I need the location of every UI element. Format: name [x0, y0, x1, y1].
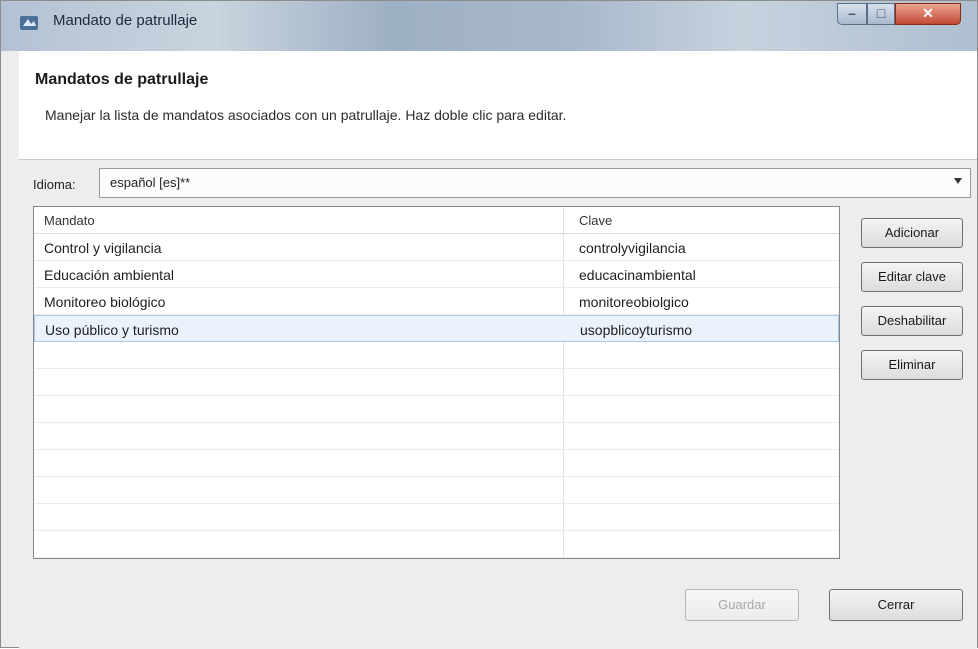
empty-row: [34, 342, 839, 369]
window-title: Mandato de patrullaje: [53, 12, 198, 29]
disable-button[interactable]: Deshabilitar: [861, 306, 963, 336]
cell-mandato: Monitoreo biológico: [44, 294, 166, 310]
close-window-button[interactable]: ✕: [895, 3, 961, 25]
empty-row: [34, 531, 839, 558]
empty-row: [34, 396, 839, 423]
close-icon: ✕: [922, 5, 934, 21]
cell-mandato: Uso público y turismo: [45, 322, 179, 338]
empty-row: [34, 423, 839, 450]
add-button[interactable]: Adicionar: [861, 218, 963, 248]
cell-clave: monitoreobiolgico: [579, 294, 689, 310]
language-dropdown[interactable]: español [es]**: [99, 168, 971, 198]
maximize-button[interactable]: □: [867, 3, 895, 25]
edit-key-button[interactable]: Editar clave: [861, 262, 963, 292]
language-label: Idioma:: [33, 177, 76, 192]
minimize-icon: –: [848, 5, 856, 21]
language-value: español [es]**: [110, 175, 191, 190]
table-row[interactable]: Educación ambiental educacinambiental: [34, 261, 839, 288]
empty-row: [34, 450, 839, 477]
cell-clave: usopblicoyturismo: [580, 322, 693, 338]
header-description: Manejar la lista de mandatos asociados c…: [45, 107, 567, 123]
close-button[interactable]: Cerrar: [829, 589, 963, 621]
cell-clave: controlyvigilancia: [579, 240, 686, 256]
empty-row: [34, 504, 839, 531]
column-header-mandato[interactable]: Mandato: [44, 213, 95, 228]
dialog-header: Mandatos de patrullaje Manejar la lista …: [19, 51, 977, 160]
dialog-content: Idioma: español [es]** Mandato Clave Con…: [19, 160, 977, 649]
empty-row: [34, 477, 839, 504]
mandates-table: Mandato Clave Control y vigilancia contr…: [33, 206, 840, 559]
empty-row: [34, 369, 839, 396]
table-row-selected[interactable]: Uso público y turismo usopblicoyturismo: [34, 315, 839, 342]
app-icon: [20, 16, 38, 30]
column-header-clave[interactable]: Clave: [579, 213, 612, 228]
table-row[interactable]: Monitoreo biológico monitoreobiolgico: [34, 288, 839, 315]
minimize-button[interactable]: –: [837, 3, 867, 25]
delete-button[interactable]: Eliminar: [861, 350, 963, 380]
cell-clave: educacinambiental: [579, 267, 696, 283]
maximize-icon: □: [876, 5, 886, 21]
table-row[interactable]: Control y vigilancia controlyvigilancia: [34, 234, 839, 261]
save-button[interactable]: Guardar: [685, 589, 799, 621]
cell-mandato: Control y vigilancia: [44, 240, 162, 256]
table-header: Mandato Clave: [34, 207, 839, 234]
chevron-down-icon[interactable]: [954, 178, 962, 184]
title-bar[interactable]: Mandato de patrullaje – □ ✕: [1, 1, 977, 51]
header-title: Mandatos de patrullaje: [35, 71, 209, 88]
cell-mandato: Educación ambiental: [44, 267, 174, 283]
dialog-window: Mandato de patrullaje – □ ✕ Mandatos de …: [0, 0, 978, 649]
